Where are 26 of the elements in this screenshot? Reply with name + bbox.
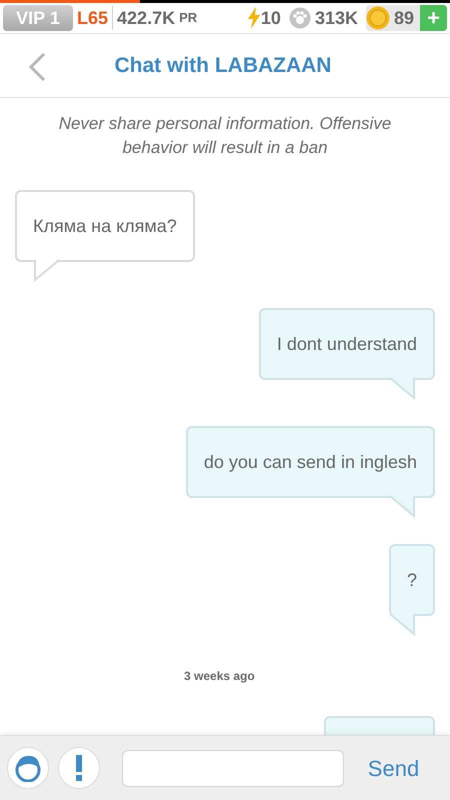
send-button[interactable]: Send bbox=[368, 752, 420, 784]
bubble-tail bbox=[35, 260, 60, 280]
timestamp: 3 weeks ago bbox=[184, 669, 255, 683]
coin-icon bbox=[366, 6, 390, 30]
player-level: L65 bbox=[77, 6, 108, 30]
vip-badge[interactable]: VIP 1 bbox=[3, 5, 73, 31]
report-button[interactable] bbox=[58, 747, 100, 789]
lightning-icon bbox=[246, 7, 261, 29]
bubble-tail bbox=[390, 378, 415, 398]
message-bubble: Кляма на кляма? bbox=[15, 190, 195, 262]
add-button[interactable]: + bbox=[420, 5, 447, 31]
bubble-tail bbox=[390, 496, 415, 516]
pr-value: 422.7K bbox=[117, 6, 176, 30]
back-icon[interactable] bbox=[28, 52, 46, 82]
chat-title: Chat with LABAZAAN bbox=[114, 52, 332, 79]
avatar-button[interactable] bbox=[7, 747, 49, 789]
paw-count: 313K bbox=[314, 6, 358, 30]
exclamation-icon bbox=[75, 755, 83, 781]
pr-unit: PR bbox=[179, 9, 198, 28]
paw-icon bbox=[288, 7, 311, 29]
notice-text: Never share personal information. Offensive behavior will result in a ban bbox=[58, 113, 392, 159]
coin-count: 89 bbox=[394, 6, 414, 30]
message-input[interactable] bbox=[122, 750, 344, 786]
energy-count: 10 bbox=[260, 6, 281, 30]
message-bubble: I dont understand bbox=[258, 308, 435, 380]
message-bubble: do you can send in inglesh bbox=[186, 426, 435, 498]
